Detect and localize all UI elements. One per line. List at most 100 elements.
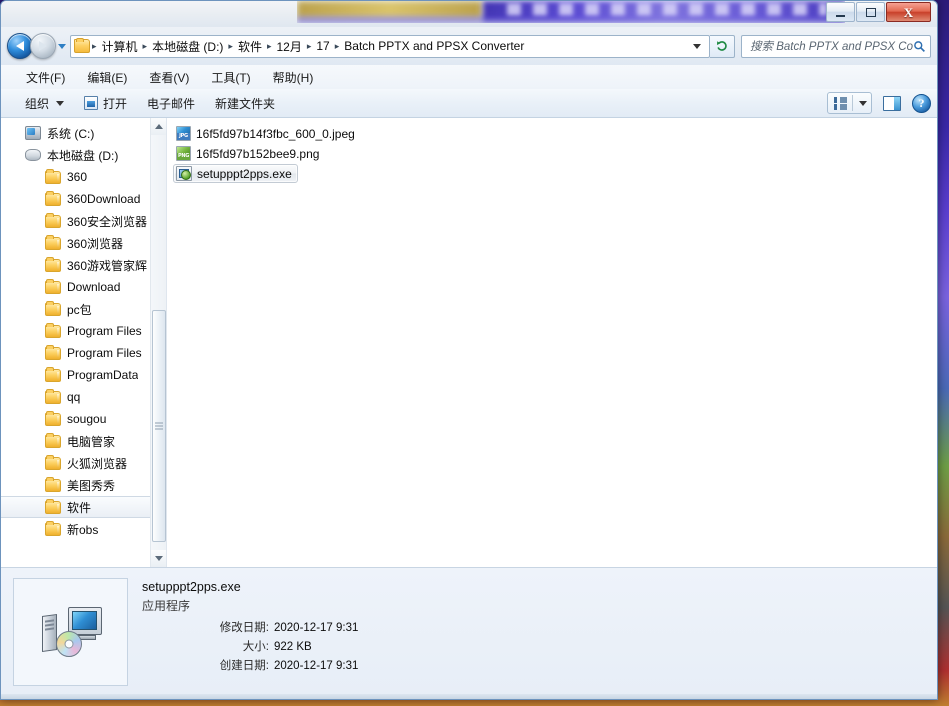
tree-item-download[interactable]: Download — [1, 276, 166, 298]
email-button[interactable]: 电子邮件 — [137, 91, 205, 116]
details-label: 创建日期: — [219, 660, 269, 672]
tree-item-label: 美图秀秀 — [67, 478, 116, 493]
open-button[interactable]: 打开 — [74, 91, 137, 116]
tree-item-label: qq — [67, 390, 81, 404]
forward-button[interactable] — [30, 33, 56, 59]
open-icon — [84, 96, 99, 110]
menu-view[interactable]: 查看(V) — [138, 66, 200, 89]
nav-pane-scrollbar[interactable] — [150, 118, 166, 567]
details-pane: setupppt2pps.exe 应用程序 修改日期: 2020-12-17 9… — [1, 567, 937, 699]
folder-icon — [45, 344, 61, 360]
breadcrumb-item-0[interactable]: 计算机 — [98, 36, 142, 57]
file-name: 16f5fd97b152bee9.png — [196, 146, 320, 161]
search-box[interactable]: 搜索 Batch PPTX and PPSX Conver... — [741, 34, 931, 58]
file-name: 16f5fd97b14f3fbc_600_0.jpeg — [196, 126, 355, 141]
details-row-size: 大小: 922 KB — [142, 638, 358, 657]
minimize-button[interactable] — [826, 2, 855, 22]
exe-file-icon — [176, 166, 192, 181]
png-file-icon: PNG — [176, 146, 191, 161]
breadcrumb-item-3[interactable]: 12月 — [272, 36, 305, 57]
tree-item-label: Program Files — [67, 324, 142, 338]
tree-item-program-files[interactable]: Program Files — [1, 320, 166, 342]
file-item-png[interactable]: PNG 16f5fd97b152bee9.png — [173, 144, 325, 163]
menu-tools[interactable]: 工具(T) — [200, 66, 261, 89]
folder-icon — [45, 278, 61, 294]
folder-icon — [45, 322, 61, 338]
organize-button[interactable]: 组织 — [15, 91, 74, 116]
view-options-icon[interactable] — [828, 97, 852, 110]
breadcrumb-item-5[interactable]: Batch PPTX and PPSX Converter — [340, 37, 528, 55]
tree-item-label: ProgramData — [67, 368, 139, 382]
search-input[interactable]: 搜索 Batch PPTX and PPSX Conver... — [750, 38, 913, 54]
tree-item-360-browser[interactable]: 360浏览器 — [1, 232, 166, 254]
details-value: 2020-12-17 9:31 — [274, 622, 359, 634]
tree-item-label: 360Download — [67, 192, 141, 206]
file-item-jpeg[interactable]: JPG 16f5fd97b14f3fbc_600_0.jpeg — [173, 124, 361, 143]
file-list[interactable]: JPG 16f5fd97b14f3fbc_600_0.jpeg PNG 16f5… — [167, 118, 937, 567]
chevron-down-icon — [155, 556, 163, 561]
refresh-button[interactable] — [710, 34, 735, 58]
view-dropdown-button[interactable] — [853, 100, 871, 106]
tree-item-pc-package[interactable]: pc包 — [1, 298, 166, 320]
menu-edit[interactable]: 编辑(E) — [76, 66, 138, 89]
window-controls: X — [826, 2, 931, 22]
preview-pane-icon[interactable] — [883, 95, 901, 111]
file-details: setupppt2pps.exe 应用程序 修改日期: 2020-12-17 9… — [142, 578, 358, 676]
close-button[interactable]: X — [886, 2, 931, 22]
tree-item-label: 软件 — [67, 500, 92, 515]
back-arrow-icon — [16, 41, 24, 51]
details-row-created: 创建日期: 2020-12-17 9:31 — [142, 657, 359, 676]
address-dropdown-icon[interactable] — [693, 43, 701, 49]
tree-item-360download[interactable]: 360Download — [1, 188, 166, 210]
maximize-button[interactable] — [856, 2, 885, 22]
tree-item-label: 360 — [67, 170, 88, 184]
tree-item-label: 360游戏管家辉 — [67, 258, 148, 273]
chevron-down-icon — [859, 100, 867, 106]
tree-item-new-obs[interactable]: 新obs — [1, 518, 166, 540]
tree-item-local-disk-d[interactable]: 本地磁盘 (D:) — [1, 144, 166, 166]
tree-item-computer-manager[interactable]: 电脑管家 — [1, 430, 166, 452]
menu-file[interactable]: 文件(F) — [15, 66, 76, 89]
file-line: setupppt2pps.exe — [173, 164, 937, 184]
breadcrumb-item-1[interactable]: 本地磁盘 (D:) — [148, 36, 227, 57]
folder-icon — [45, 300, 61, 316]
png-badge: PNG — [177, 153, 190, 160]
view-options-group[interactable] — [827, 92, 872, 114]
tree-item-system-c[interactable]: 系统 (C:) — [1, 122, 166, 144]
breadcrumb-item-4[interactable]: 17 — [312, 37, 333, 55]
grip-icon — [155, 422, 163, 430]
folder-tree: 系统 (C:) 本地磁盘 (D:) 360 360Download 360安全浏… — [1, 118, 166, 540]
file-line: PNG 16f5fd97b152bee9.png — [173, 144, 937, 164]
search-icon — [914, 40, 925, 52]
scroll-up-button[interactable] — [151, 118, 166, 135]
folder-icon — [45, 366, 61, 382]
tree-item-firefox[interactable]: 火狐浏览器 — [1, 452, 166, 474]
scrollbar-thumb[interactable] — [152, 310, 166, 542]
open-label: 打开 — [103, 96, 128, 111]
tree-item-360-safe-browser[interactable]: 360安全浏览器 — [1, 210, 166, 232]
chevron-up-icon — [155, 124, 163, 129]
tree-item-360-game-manager[interactable]: 360游戏管家辉 — [1, 254, 166, 276]
tree-item-360[interactable]: 360 — [1, 166, 166, 188]
tree-item-label: Download — [67, 280, 121, 294]
tree-item-programdata[interactable]: ProgramData — [1, 364, 166, 386]
tree-item-qq[interactable]: qq — [1, 386, 166, 408]
new-folder-button[interactable]: 新建文件夹 — [205, 91, 285, 116]
details-value: 922 KB — [274, 641, 312, 653]
tree-item-program-files-2[interactable]: Program Files — [1, 342, 166, 364]
tree-item-meitu[interactable]: 美图秀秀 — [1, 474, 166, 496]
file-name: setupppt2pps.exe — [197, 166, 292, 181]
folder-icon — [45, 256, 61, 272]
scroll-down-button[interactable] — [151, 550, 166, 567]
tree-item-software[interactable]: 软件 — [1, 496, 166, 518]
file-item-exe[interactable]: setupppt2pps.exe — [173, 164, 298, 183]
help-icon[interactable]: ? — [912, 93, 931, 113]
email-label: 电子邮件 — [147, 96, 196, 111]
tree-item-sougou[interactable]: sougou — [1, 408, 166, 430]
title-bar[interactable]: X — [1, 1, 937, 27]
breadcrumb-item-2[interactable]: 软件 — [234, 36, 266, 57]
history-dropdown-icon[interactable] — [58, 43, 66, 49]
menu-help[interactable]: 帮助(H) — [262, 66, 325, 89]
address-bar[interactable]: ▸ 计算机 ▸ 本地磁盘 (D:) ▸ 软件 ▸ 12月 ▸ 17 ▸ Batc… — [70, 34, 710, 58]
tree-item-label: 本地磁盘 (D:) — [47, 148, 119, 163]
